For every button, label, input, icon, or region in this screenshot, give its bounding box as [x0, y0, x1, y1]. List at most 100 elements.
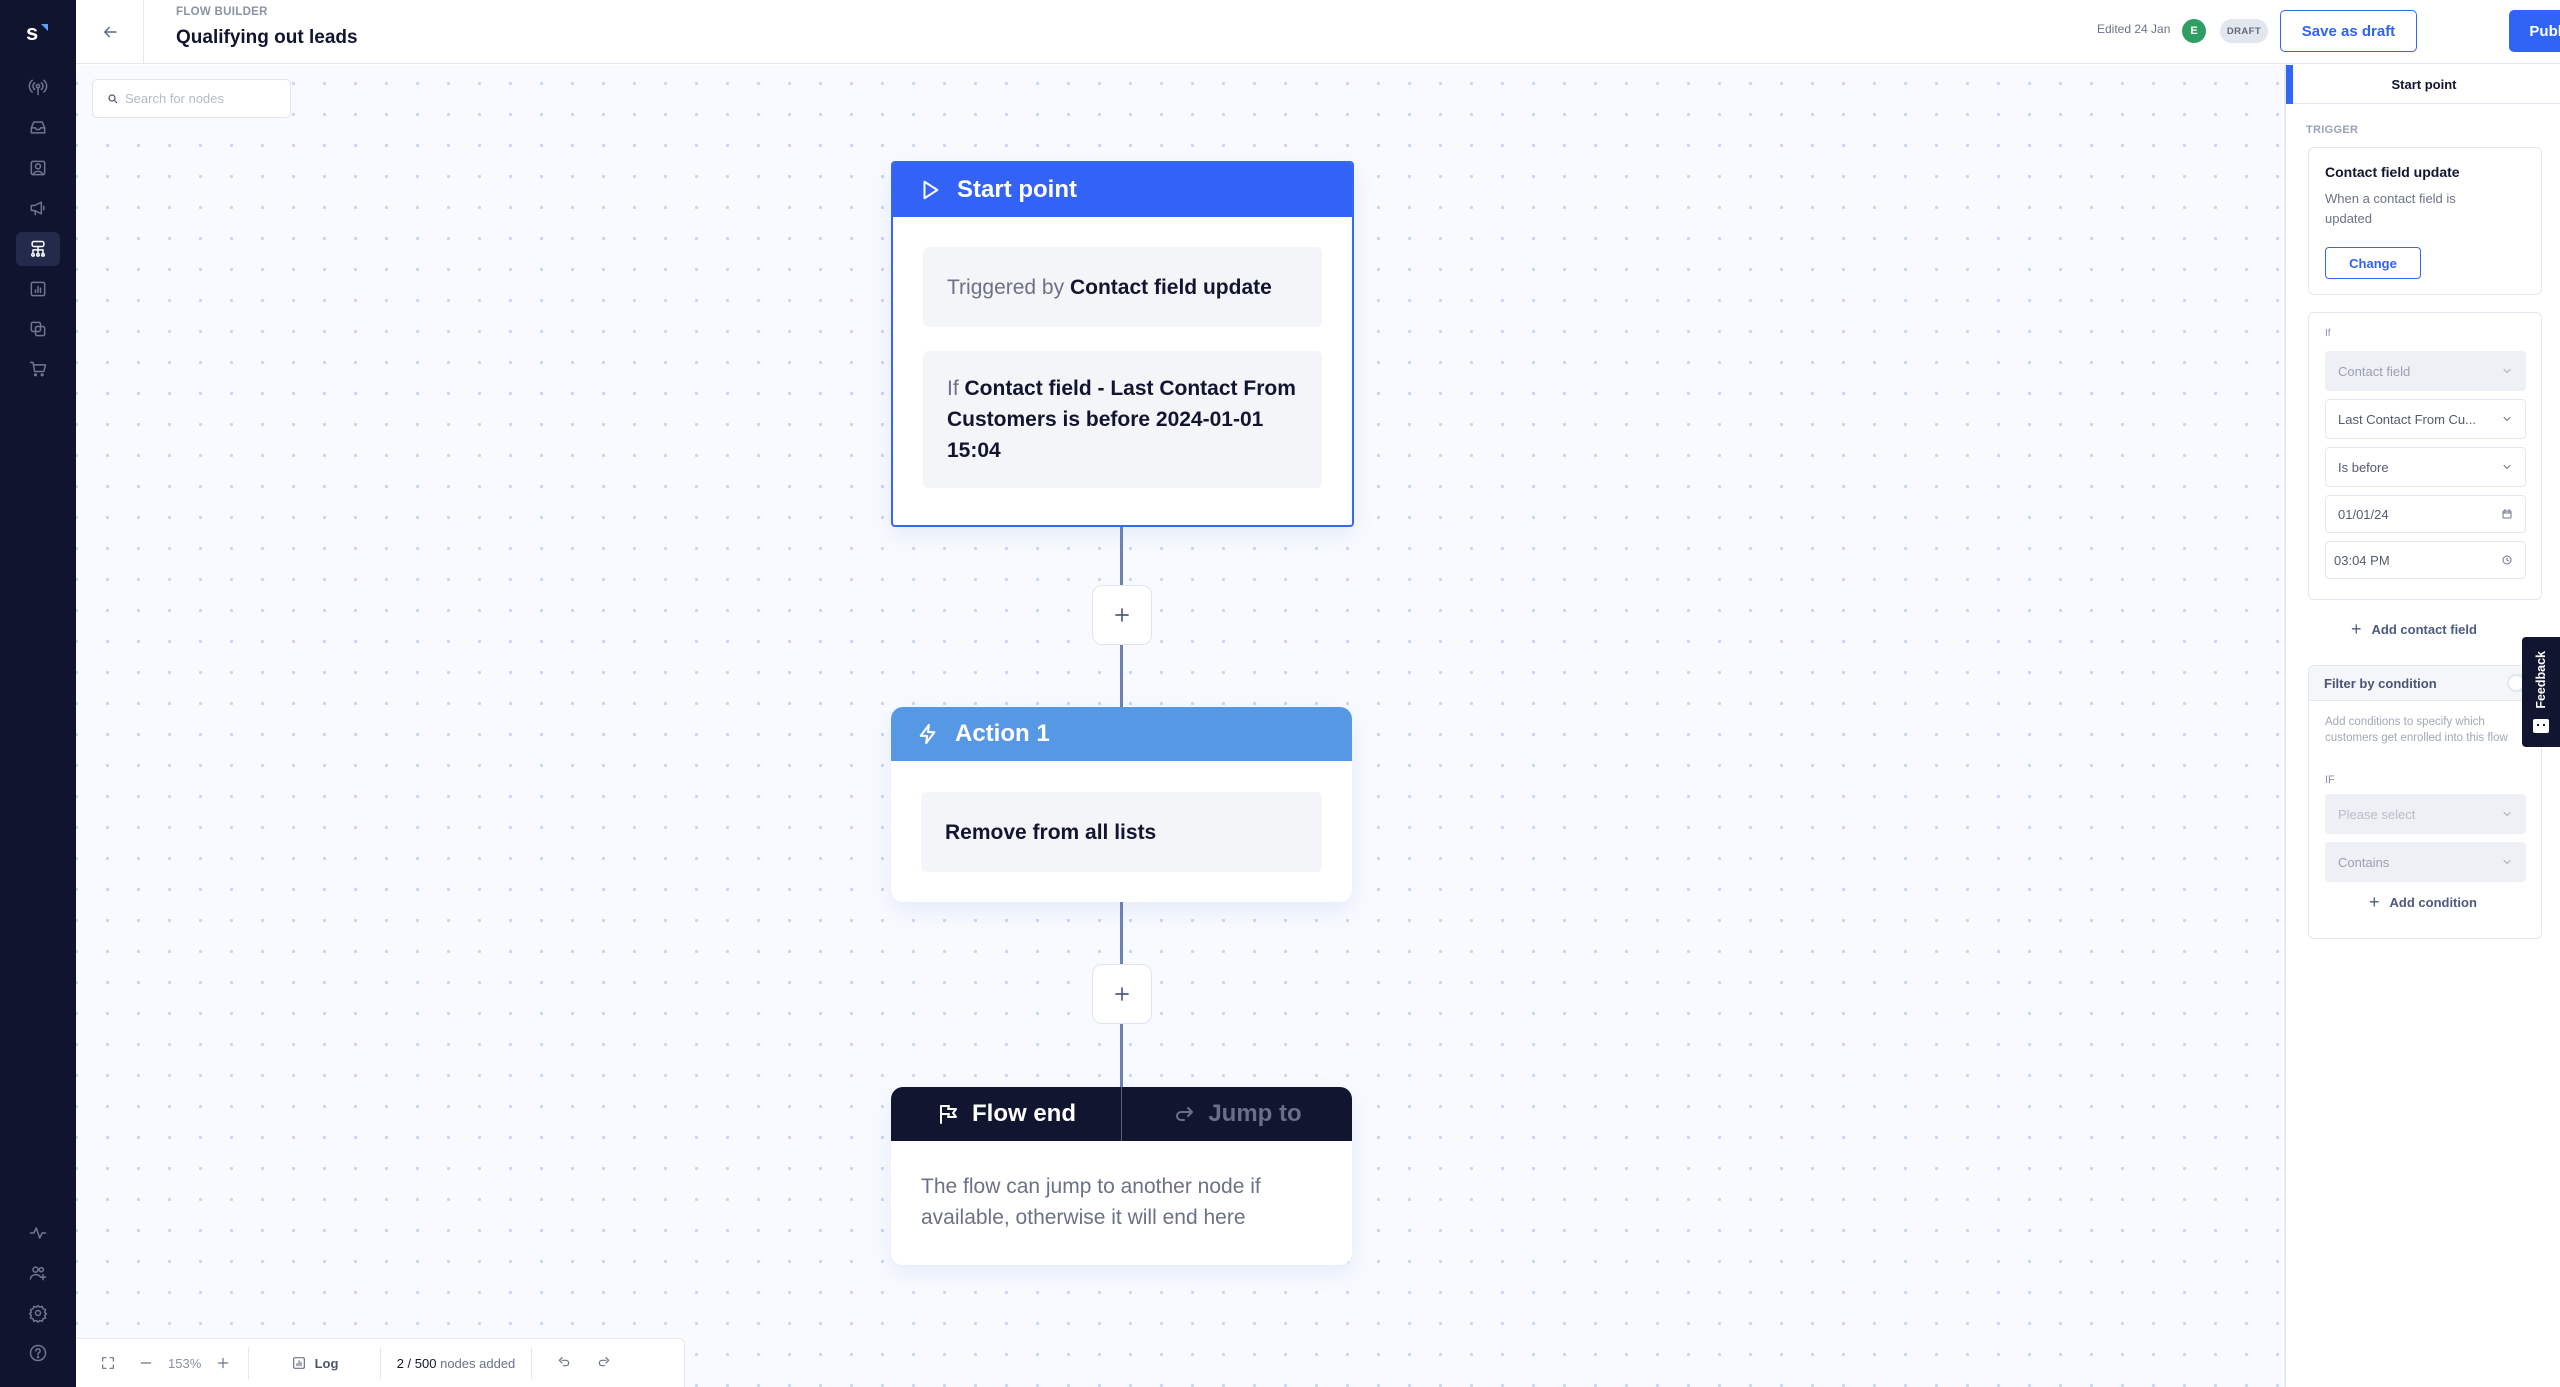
- nav-contacts[interactable]: [16, 151, 60, 185]
- nav-settings[interactable]: [16, 1296, 60, 1330]
- nav-invite-users[interactable]: [16, 1256, 60, 1290]
- nav-reports[interactable]: [16, 272, 60, 306]
- flow-end-node[interactable]: Flow end Jump to The flow can jump to an…: [891, 1087, 1352, 1265]
- plus-icon: [1115, 608, 1129, 622]
- clock-icon[interactable]: [2501, 554, 2513, 566]
- plus-icon: +: [2351, 619, 2362, 639]
- filter-if-label: IF: [2325, 774, 2335, 786]
- node-title: Action 1: [955, 720, 1050, 747]
- flow-canvas[interactable]: Start point Triggered by Contact field u…: [76, 65, 2283, 1387]
- log-chart-icon: [292, 1357, 305, 1369]
- add-contact-field-button[interactable]: + Add contact field: [2351, 619, 2477, 640]
- select-value: Is before: [2338, 459, 2389, 475]
- flow-builder-app: s FLOW BUILDER Qualifying out leads Edit…: [0, 0, 2560, 1387]
- nav-commerce[interactable]: [16, 352, 60, 386]
- zoom-out-icon[interactable]: [138, 1355, 154, 1371]
- nodes-count-label: nodes added: [440, 1355, 516, 1371]
- app-logo[interactable]: s: [26, 18, 54, 48]
- tab-flow-end[interactable]: Flow end: [891, 1087, 1122, 1141]
- breadcrumb: FLOW BUILDER: [176, 6, 268, 18]
- chevron-down-icon: [2503, 417, 2511, 421]
- contact-field-select[interactable]: Last Contact From Cu...: [2325, 399, 2526, 439]
- page-title: Qualifying out leads: [176, 27, 358, 48]
- chevron-down-icon: [2503, 465, 2511, 469]
- edited-timestamp: Edited 24 Jan: [2097, 22, 2171, 36]
- date-value: 01/01/24: [2338, 506, 2389, 522]
- left-nav: s: [0, 0, 76, 1387]
- help-icon: [29, 1344, 47, 1362]
- status-badge: DRAFT: [2220, 19, 2268, 43]
- log-label: Log: [314, 1355, 339, 1371]
- node-title: Start point: [957, 176, 1077, 203]
- add-node-button[interactable]: [1092, 964, 1152, 1024]
- nav-flow-builder[interactable]: [16, 232, 60, 266]
- action-node[interactable]: Action 1 Remove from all lists: [891, 707, 1352, 902]
- feedback-tab[interactable]: Feedback: [2522, 637, 2560, 747]
- tab-label: Jump to: [1208, 1100, 1302, 1127]
- trigger-summary: Triggered by Contact field update: [923, 247, 1322, 327]
- redo-icon[interactable]: [596, 1355, 612, 1371]
- date-input[interactable]: 01/01/24: [2325, 495, 2526, 533]
- play-icon: [923, 180, 939, 200]
- avatar[interactable]: E: [2182, 19, 2206, 43]
- feedback-label: Feedback: [2534, 651, 2548, 709]
- add-condition-button[interactable]: + Add condition: [2369, 892, 2477, 913]
- back-button[interactable]: [76, 0, 144, 64]
- add-node-button[interactable]: [1092, 585, 1152, 645]
- nav-activity[interactable]: [16, 1216, 60, 1250]
- select-value: Contains: [2338, 854, 2390, 870]
- end-node-tabs: Flow end Jump to: [891, 1087, 1352, 1141]
- publish-button[interactable]: Publish: [2509, 10, 2560, 52]
- nav-broadcast[interactable]: [16, 70, 60, 104]
- tab-label: Flow end: [972, 1100, 1076, 1127]
- nodes-counter: 2 / 500 nodes added: [381, 1347, 531, 1379]
- zoom-in-icon[interactable]: [215, 1355, 231, 1371]
- redirect-arrow-icon: [1176, 1107, 1194, 1121]
- active-tab-indicator: [2286, 65, 2293, 104]
- filter-description: Add conditions to specify which customer…: [2325, 716, 2508, 744]
- smiley-chat-icon: [2533, 718, 2549, 733]
- search-input[interactable]: [125, 91, 285, 106]
- arrow-left-icon: [103, 26, 117, 38]
- nav-inbox[interactable]: [16, 110, 60, 144]
- field-type-select: Contact field: [2325, 351, 2526, 391]
- time-value: 03:04 PM: [2334, 552, 2390, 568]
- zoom-level: 153%: [168, 1355, 202, 1371]
- add-condition-label: Add condition: [2389, 895, 2477, 910]
- node-search[interactable]: [92, 79, 291, 118]
- time-input[interactable]: 03:04 PM: [2325, 541, 2526, 579]
- change-trigger-button[interactable]: Change: [2325, 247, 2421, 279]
- save-as-draft-button[interactable]: Save as draft: [2280, 10, 2417, 52]
- nodes-count-value: 2 / 500: [396, 1355, 437, 1371]
- trigger-card: Contact field update When a contact fiel…: [2308, 147, 2542, 295]
- chevron-down-icon: [2503, 860, 2511, 864]
- logo-accent: [41, 24, 48, 31]
- start-point-node[interactable]: Start point Triggered by Contact field u…: [891, 161, 1354, 527]
- chevron-down-icon: [2503, 812, 2511, 816]
- flow-icon: [31, 240, 45, 257]
- inbox-icon: [30, 121, 46, 134]
- undo-icon[interactable]: [556, 1355, 572, 1371]
- top-header: FLOW BUILDER Qualifying out leads Edited…: [76, 0, 2560, 64]
- nav-integrations[interactable]: [16, 312, 60, 346]
- condition-card: If Contact field Last Contact From Cu...…: [2308, 312, 2542, 600]
- tab-start-point[interactable]: Start point: [2286, 65, 2560, 104]
- select-value: Contact field: [2338, 363, 2411, 379]
- connector-line: [1120, 649, 1123, 709]
- trigger-value: Contact field update: [1069, 275, 1272, 299]
- fit-view-icon[interactable]: [100, 1355, 116, 1371]
- log-button[interactable]: Log: [291, 1355, 339, 1371]
- chevron-down-icon: [2503, 369, 2511, 373]
- nav-help[interactable]: [16, 1336, 60, 1370]
- add-contact-field-label: Add contact field: [2371, 622, 2477, 637]
- node-header: Action 1: [891, 707, 1352, 761]
- tab-jump-to[interactable]: Jump to: [1122, 1087, 1352, 1141]
- calendar-icon[interactable]: [2501, 508, 2513, 520]
- end-node-description: The flow can jump to another node if ava…: [921, 1175, 1261, 1229]
- trigger-prefix: Triggered by: [947, 275, 1065, 299]
- operator-select[interactable]: Is before: [2325, 447, 2526, 487]
- select-value: Last Contact From Cu...: [2338, 411, 2476, 427]
- contact-card-icon: [30, 160, 46, 176]
- select-placeholder: Please select: [2338, 806, 2416, 822]
- nav-campaigns[interactable]: [16, 191, 60, 225]
